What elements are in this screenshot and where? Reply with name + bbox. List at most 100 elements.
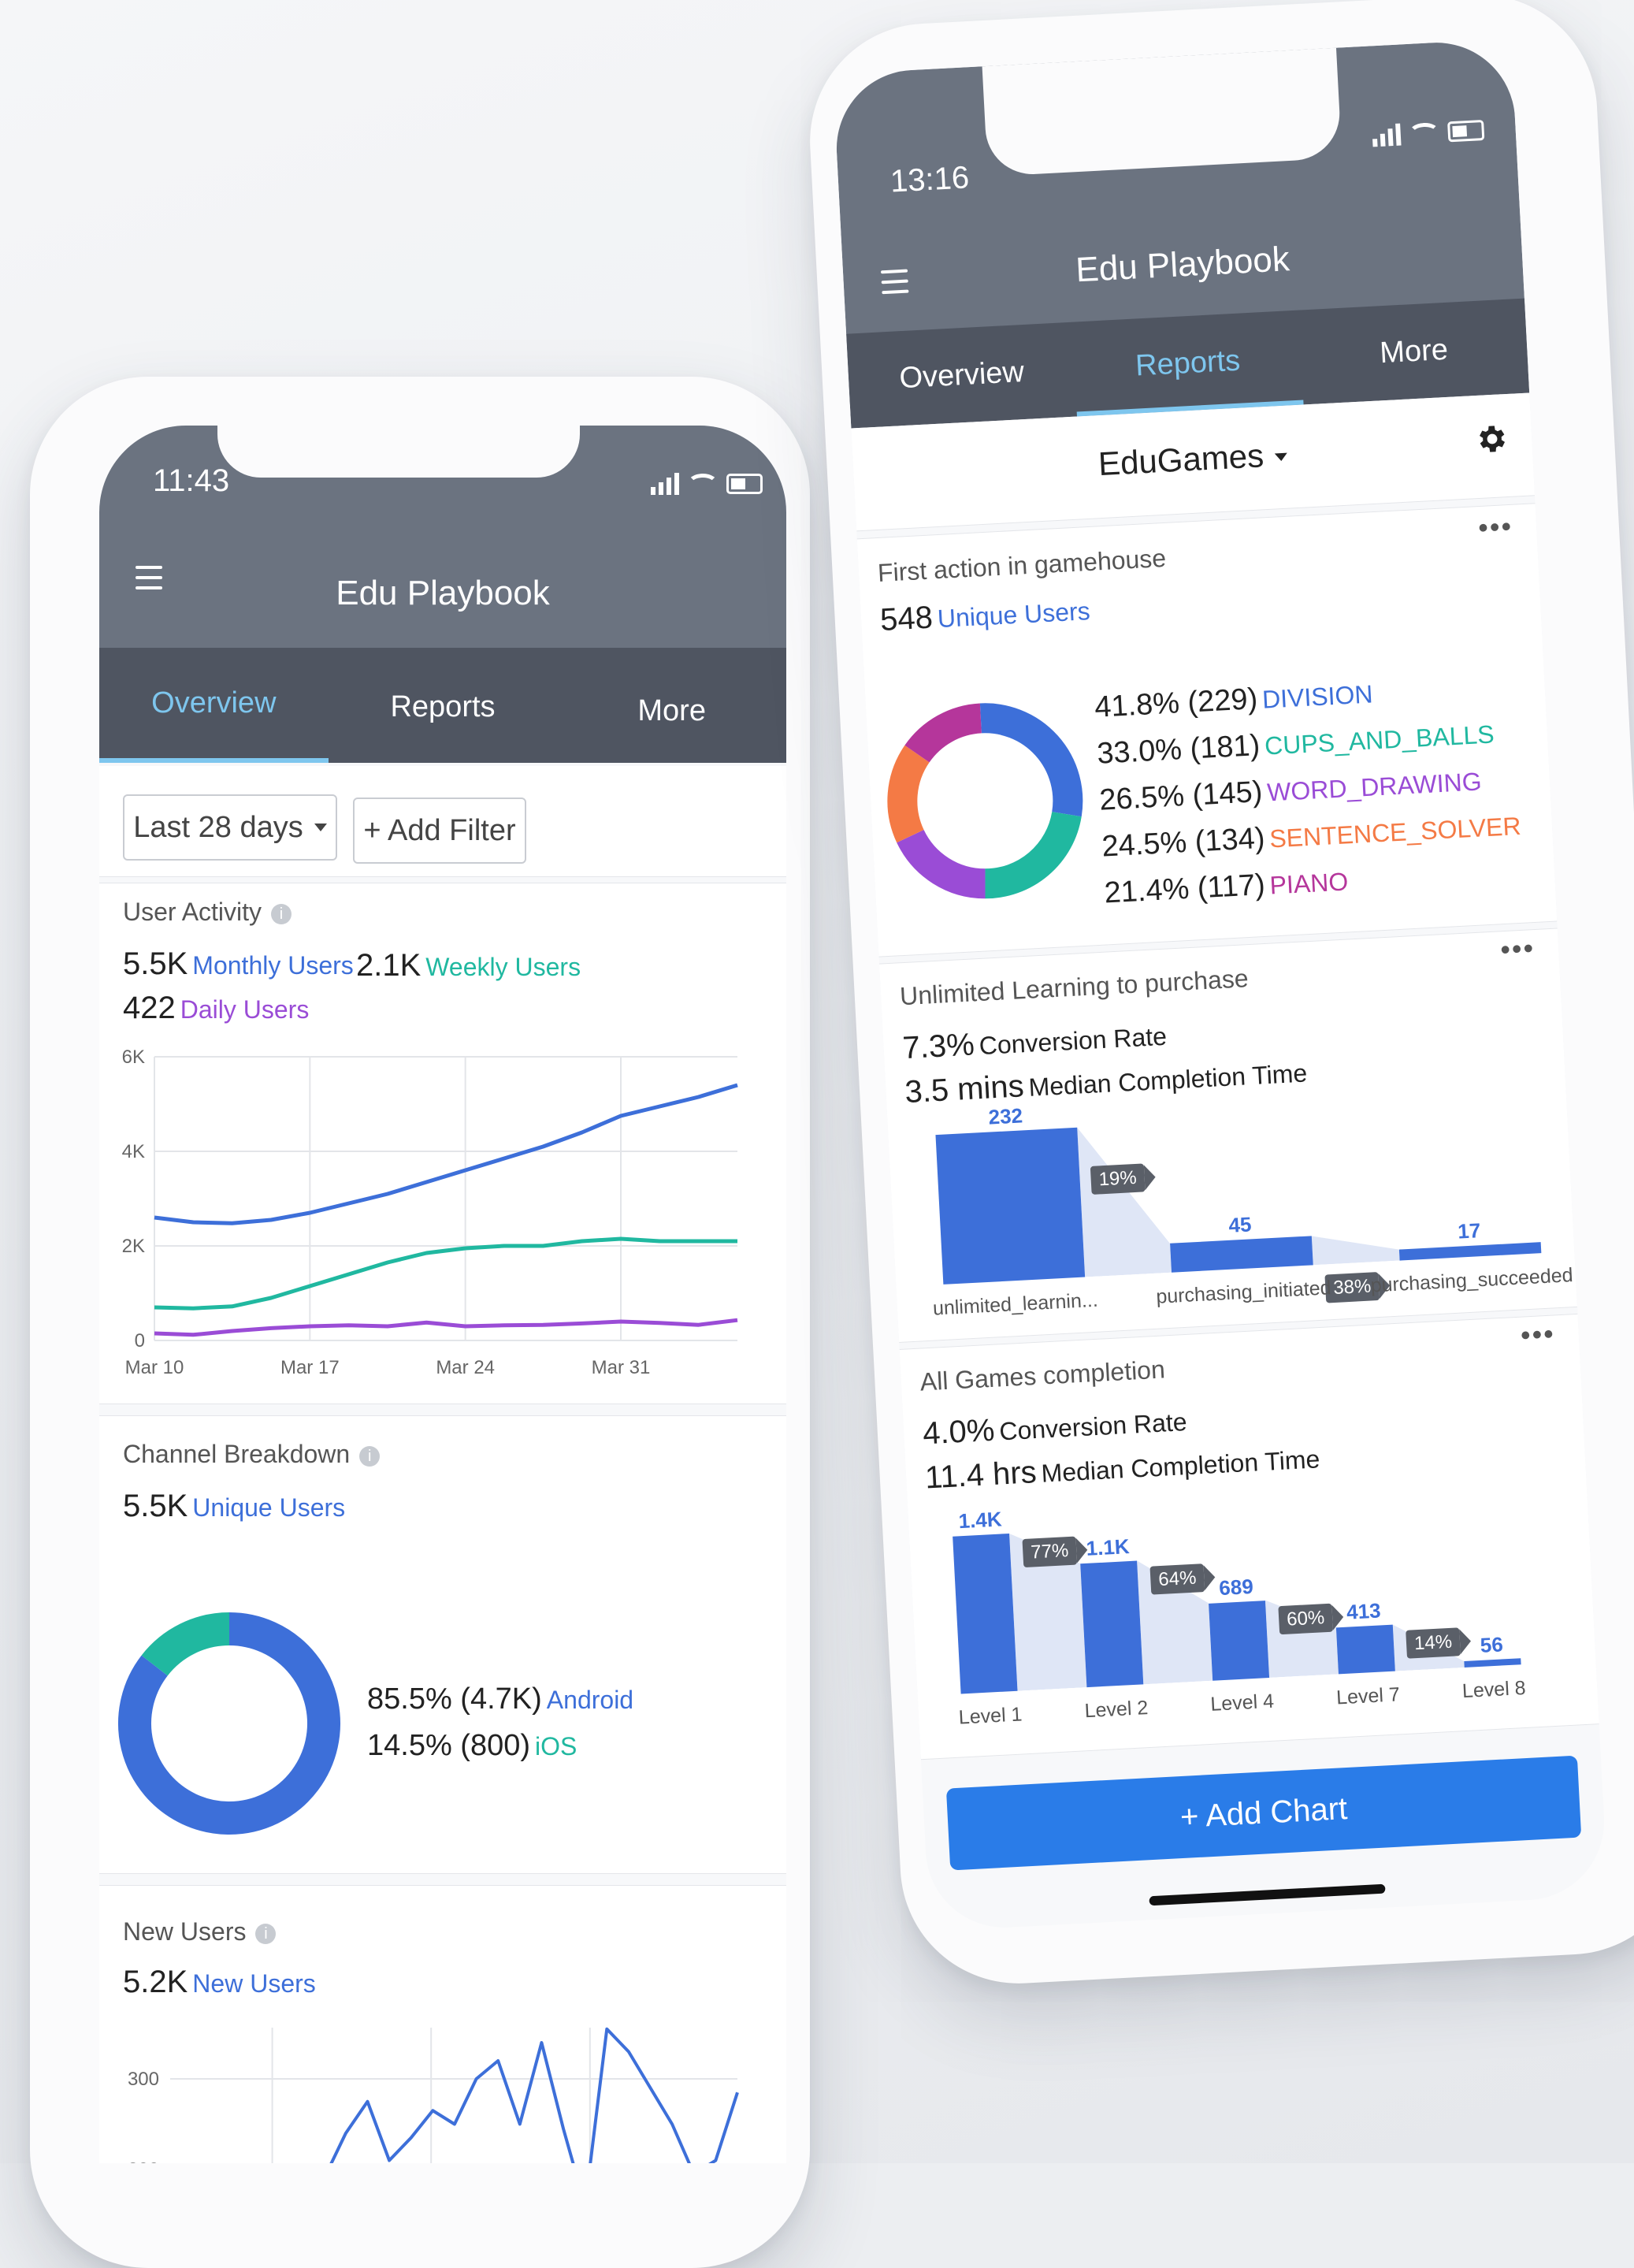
info-icon[interactable]: i <box>255 1924 277 1944</box>
user-activity-card: User Activity i 5.5K Monthly Users 2.1K Wee… <box>99 883 786 1404</box>
funnel-step-label: purchasing_initiated <box>1155 1277 1332 1308</box>
more-options-icon[interactable]: ••• <box>1499 931 1536 966</box>
wifi-icon <box>687 473 719 495</box>
funnel-step-label: unlimited_learnin... <box>932 1288 1099 1320</box>
funnel-value-label: 1.1K <box>1085 1534 1131 1560</box>
funnel-dropoff-area <box>1077 1123 1172 1277</box>
metric-value: 422 <box>123 991 176 1025</box>
channel-legend: 85.5% (4.7K) Android 14.5% (800) iOS <box>367 1676 633 1769</box>
step-conversion-tag: 64% <box>1149 1563 1205 1595</box>
conversion-metric: 7.3% Conversion Rate <box>901 1017 1167 1066</box>
user-activity-chart: 0 2K 4K 6K Mar 10 Mar 17 Mar 24 Mar 31 <box>122 1047 738 1378</box>
funnel-value-label: 56 <box>1480 1632 1504 1657</box>
metric-label: Median Completion Time <box>1040 1444 1321 1488</box>
first-action-legend: 41.8% (229) DIVISION 33.0% (181) CUPS_AND_… <box>1094 663 1524 916</box>
status-time: 11:43 <box>153 463 230 498</box>
tab-more[interactable]: More <box>1298 299 1529 405</box>
monthly-users-metric: 5.5K Monthly Users <box>123 946 354 982</box>
funnel-bar[interactable] <box>1080 1560 1144 1688</box>
funnel-step-label: Level 4 <box>1209 1690 1275 1716</box>
more-options-icon[interactable]: ••• <box>1477 510 1513 545</box>
all-games-card: All Games completion ••• 4.0% Conversion … <box>899 1313 1599 1760</box>
funnel-step-label: Level 1 <box>958 1703 1023 1729</box>
step-conversion-tag: 19% <box>1090 1163 1146 1195</box>
funnel-bar[interactable] <box>953 1533 1018 1694</box>
first-action-card: First action in gamehouse ••• 548 Unique … <box>856 503 1558 957</box>
project-selector[interactable]: EduGames <box>852 422 1532 496</box>
metric-value: 548 <box>879 600 934 638</box>
battery-icon <box>1447 120 1485 143</box>
legend-value: 21.4% (117) <box>1103 868 1266 910</box>
legend-item-ios: 14.5% (800) iOS <box>367 1723 633 1769</box>
metric-label: Conversion Rate <box>998 1407 1188 1446</box>
tab-reports[interactable]: Reports <box>329 648 558 763</box>
metric-label: Monthly Users <box>192 951 354 980</box>
project-name: EduGames <box>1097 437 1265 483</box>
slice-sentence-solver <box>887 745 930 843</box>
weekly-users-metric: 2.1K Weekly Users <box>356 948 581 983</box>
funnel-bar[interactable] <box>1209 1600 1270 1681</box>
slice-word-drawing <box>897 829 986 899</box>
legend-name: iOS <box>535 1732 577 1760</box>
legend-name: Android <box>546 1686 634 1714</box>
metric-value: 3.5 mins <box>904 1069 1025 1110</box>
caret-down-icon <box>314 824 327 831</box>
funnel-bar[interactable] <box>1170 1236 1313 1273</box>
funnel-bar[interactable] <box>935 1127 1086 1285</box>
metric-value: 5.5K <box>123 1489 188 1523</box>
card-title: Channel Breakdown i <box>123 1440 381 1469</box>
tab-more[interactable]: More <box>557 648 786 763</box>
legend-name: DIVISION <box>1261 679 1374 714</box>
notch <box>217 426 580 478</box>
channel-breakdown-card: Channel Breakdown i 5.5K Unique Users 85.5… <box>99 1415 786 1874</box>
date-range-label: Last 28 days <box>133 810 303 844</box>
gear-icon[interactable] <box>1472 421 1509 457</box>
app-title: Edu Playbook <box>336 574 550 612</box>
legend-value: 85.5% (4.7K) <box>367 1682 542 1716</box>
info-icon[interactable]: i <box>359 1446 381 1467</box>
metric-label: Daily Users <box>180 995 310 1024</box>
legend-value: 14.5% (800) <box>367 1729 531 1762</box>
y-tick-label: 2K <box>122 1236 145 1257</box>
card-title-text: Channel Breakdown <box>123 1440 351 1468</box>
info-icon[interactable]: i <box>271 904 292 924</box>
funnel-value-label: 1.4K <box>957 1507 1003 1534</box>
funnel-bar[interactable] <box>1464 1658 1521 1668</box>
first-action-donut-chart <box>887 703 1083 899</box>
new-users-metric: 5.2K New Users <box>123 1965 316 2000</box>
unique-users-metric: 5.5K Unique Users <box>123 1489 345 1524</box>
legend-item-android: 85.5% (4.7K) Android <box>367 1676 633 1723</box>
tab-overview[interactable]: Overview <box>99 648 329 763</box>
app-title: Edu Playbook <box>1075 240 1290 290</box>
legend-name: SENTENCE_SOLVER <box>1268 811 1522 853</box>
funnel-step-label: Level 7 <box>1335 1683 1401 1709</box>
status-icons <box>1372 119 1485 147</box>
funnel-step-label: Level 2 <box>1083 1697 1149 1723</box>
funnel-bar[interactable] <box>1335 1624 1395 1675</box>
filter-bar: Last 28 days + Add Filter <box>99 766 786 877</box>
tab-bar: Overview Reports More <box>99 648 786 763</box>
unlimited-learning-card: Unlimited Learning to purchase ••• 7.3% C… <box>878 928 1578 1343</box>
funnel-value-label: 45 <box>1227 1212 1253 1237</box>
add-chart-button[interactable]: + Add Chart <box>945 1755 1582 1871</box>
slice-cups-and-balls <box>984 811 1082 899</box>
daily-users-metric: 422 Daily Users <box>123 991 309 1026</box>
metric-value: 7.3% <box>901 1027 975 1066</box>
right-phone-screen: 13:16 Edu Playbook Overview Reports More… <box>832 39 1609 1932</box>
unlimited-learning-funnel-chart: 19% 232 unlimited_learnin... 38% 45 purchasin… <box>887 1086 1576 1334</box>
legend-value: 41.8% (229) <box>1094 682 1259 724</box>
tab-reports[interactable]: Reports <box>1072 310 1303 417</box>
more-options-icon[interactable]: ••• <box>1520 1317 1556 1352</box>
step-conversion-tag: 77% <box>1022 1536 1078 1568</box>
step-conversion-tag: 14% <box>1406 1627 1461 1659</box>
app-header: 13:16 Edu Playbook Overview Reports More <box>832 39 1530 429</box>
y-tick-label: 4K <box>122 1141 145 1162</box>
notch <box>982 47 1342 177</box>
battery-icon <box>726 474 763 494</box>
tab-overview[interactable]: Overview <box>846 322 1077 429</box>
metric-label: Conversion Rate <box>978 1021 1168 1061</box>
date-range-dropdown[interactable]: Last 28 days <box>123 794 337 861</box>
add-filter-button[interactable]: + Add Filter <box>353 798 526 864</box>
x-tick-label: Mar 10 <box>125 1357 184 1378</box>
step-conversion-tag: 60% <box>1278 1603 1334 1634</box>
